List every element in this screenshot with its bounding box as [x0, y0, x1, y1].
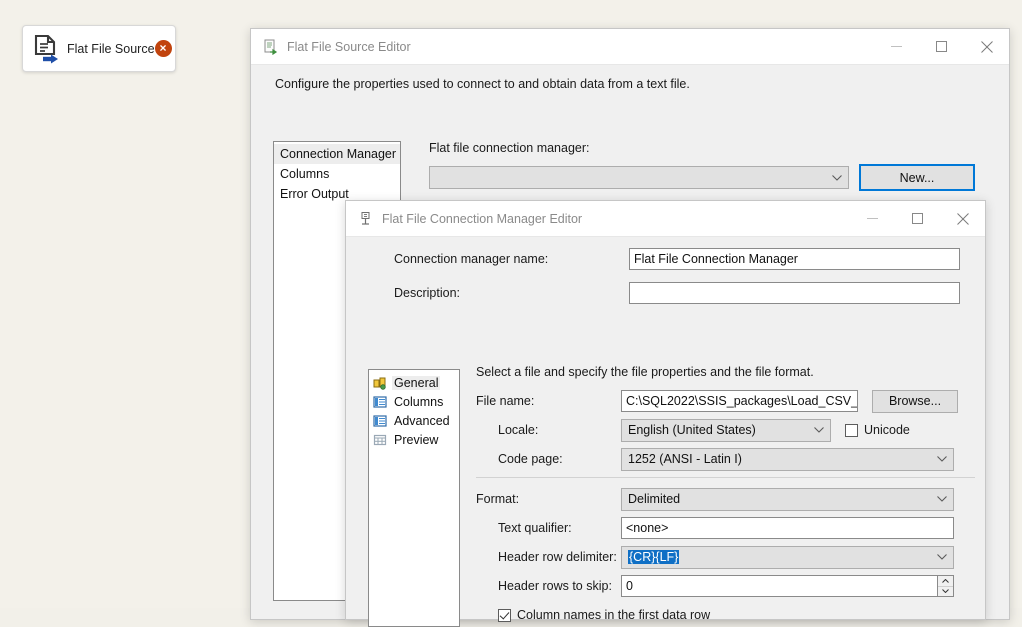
locale-row: Locale: English (United States) Unicode	[476, 419, 975, 441]
connection-manager-icon	[358, 211, 374, 227]
header-rows-to-skip-label: Header rows to skip:	[476, 579, 621, 593]
code-page-value: 1252 (ANSI - Latin I)	[628, 452, 935, 466]
column-names-checkbox[interactable]	[498, 609, 511, 622]
close-button[interactable]	[964, 29, 1009, 64]
general-pane-intro: Select a file and specify the file prope…	[476, 365, 975, 379]
flat-file-source-task[interactable]: Flat File Source ×	[22, 25, 176, 72]
connection-manager-select[interactable]	[429, 166, 849, 189]
header-rows-to-skip-value: 0	[626, 579, 937, 593]
outer-titlebar-divider	[251, 64, 1009, 65]
format-select[interactable]: Delimited	[621, 488, 954, 511]
nav-item-preview-label: Preview	[392, 433, 440, 447]
pane-divider	[476, 477, 975, 478]
outer-content-pane: Flat file connection manager: New...	[429, 141, 989, 191]
header-rows-to-skip-row: Header rows to skip: 0	[476, 575, 975, 597]
column-names-checkbox-wrap[interactable]: Column names in the first data row	[498, 608, 710, 622]
locale-select[interactable]: English (United States)	[621, 419, 831, 442]
minimize-button[interactable]	[874, 29, 919, 64]
inner-body: Connection manager name: Flat File Conne…	[346, 237, 985, 619]
locale-label: Locale:	[476, 423, 621, 437]
inner-page-list[interactable]: General Columns	[368, 369, 460, 627]
format-value: Delimited	[628, 492, 935, 506]
chevron-down-icon	[812, 427, 826, 433]
new-connection-button[interactable]: New...	[859, 164, 975, 191]
inner-titlebar[interactable]: Flat File Connection Manager Editor	[346, 201, 985, 236]
header-rows-to-skip-input[interactable]: 0	[621, 575, 954, 597]
preview-icon	[373, 433, 387, 447]
outer-titlebar[interactable]: Flat File Source Editor	[251, 29, 1009, 64]
stepper-up-icon[interactable]	[938, 576, 953, 587]
general-pane: Select a file and specify the file prope…	[476, 365, 975, 619]
header-row-delimiter-value-wrap: {CR}{LF}	[628, 550, 935, 564]
inner-window-controls	[850, 201, 985, 236]
advanced-icon	[373, 414, 387, 428]
column-names-label: Column names in the first data row	[517, 608, 710, 622]
connection-manager-name-row: Connection manager name: Flat File Conne…	[394, 248, 960, 270]
nav-item-general[interactable]: General	[369, 373, 459, 392]
chevron-down-icon	[935, 496, 949, 502]
outer-title: Flat File Source Editor	[287, 40, 874, 54]
text-qualifier-row: Text qualifier: <none>	[476, 517, 975, 539]
connection-manager-name-label: Connection manager name:	[394, 252, 629, 266]
sidebar-item-columns[interactable]: Columns	[274, 164, 400, 184]
header-row-delimiter-row: Header row delimiter: {CR}{LF}	[476, 546, 975, 568]
file-name-row: File name: C:\SQL2022\SSIS_packages\Load…	[476, 390, 975, 412]
task-label: Flat File Source	[67, 42, 155, 56]
error-badge[interactable]: ×	[155, 40, 172, 57]
flat-file-connection-manager-editor-dialog: Flat File Connection Manager Editor Conn…	[345, 200, 986, 620]
inner-minimize-button[interactable]	[850, 201, 895, 236]
nav-item-advanced-label: Advanced	[392, 414, 452, 428]
code-page-row: Code page: 1252 (ANSI - Latin I)	[476, 448, 975, 470]
format-row: Format: Delimited	[476, 488, 975, 510]
column-names-row: Column names in the first data row	[476, 604, 975, 626]
description-input[interactable]	[629, 282, 960, 304]
sidebar-item-connection-manager[interactable]: Connection Manager	[274, 144, 400, 164]
browse-button[interactable]: Browse...	[872, 390, 958, 413]
maximize-button[interactable]	[919, 29, 964, 64]
unicode-label: Unicode	[864, 423, 910, 437]
text-qualifier-label: Text qualifier:	[476, 521, 621, 535]
file-name-input[interactable]: C:\SQL2022\SSIS_packages\Load_CSV_file_p…	[621, 390, 858, 412]
outer-description: Configure the properties used to connect…	[275, 77, 690, 91]
outer-window-controls	[874, 29, 1009, 64]
header-row-delimiter-label: Header row delimiter:	[476, 550, 621, 564]
stepper-down-icon[interactable]	[938, 587, 953, 597]
text-qualifier-input[interactable]: <none>	[621, 517, 954, 539]
unicode-checkbox-wrap[interactable]: Unicode	[845, 423, 910, 437]
description-row: Description:	[394, 282, 960, 304]
unicode-checkbox[interactable]	[845, 424, 858, 437]
inner-maximize-button[interactable]	[895, 201, 940, 236]
nav-item-general-label: General	[392, 376, 440, 390]
description-label: Description:	[394, 286, 629, 300]
nav-item-columns-label: Columns	[392, 395, 445, 409]
locale-value: English (United States)	[628, 423, 812, 437]
inner-close-button[interactable]	[940, 201, 985, 236]
chevron-down-icon	[935, 456, 949, 462]
header-rows-to-skip-stepper[interactable]	[937, 576, 953, 596]
inner-title: Flat File Connection Manager Editor	[382, 212, 850, 226]
connection-manager-label: Flat file connection manager:	[429, 141, 989, 155]
code-page-select[interactable]: 1252 (ANSI - Latin I)	[621, 448, 954, 471]
flat-file-source-icon	[33, 34, 61, 64]
header-row-delimiter-select[interactable]: {CR}{LF}	[621, 546, 954, 569]
code-page-label: Code page:	[476, 452, 621, 466]
chevron-down-icon	[830, 175, 844, 181]
chevron-down-icon	[935, 554, 949, 560]
connection-manager-name-input[interactable]: Flat File Connection Manager	[629, 248, 960, 270]
header-row-delimiter-value: {CR}{LF}	[628, 550, 679, 564]
general-icon	[373, 376, 387, 390]
columns-icon	[373, 395, 387, 409]
connection-manager-row: New...	[429, 164, 989, 191]
flat-file-source-editor-icon	[263, 39, 279, 55]
nav-item-advanced[interactable]: Advanced	[369, 411, 459, 430]
nav-item-columns[interactable]: Columns	[369, 392, 459, 411]
file-name-label: File name:	[476, 394, 621, 408]
nav-item-preview[interactable]: Preview	[369, 430, 459, 449]
format-label: Format:	[476, 492, 621, 506]
